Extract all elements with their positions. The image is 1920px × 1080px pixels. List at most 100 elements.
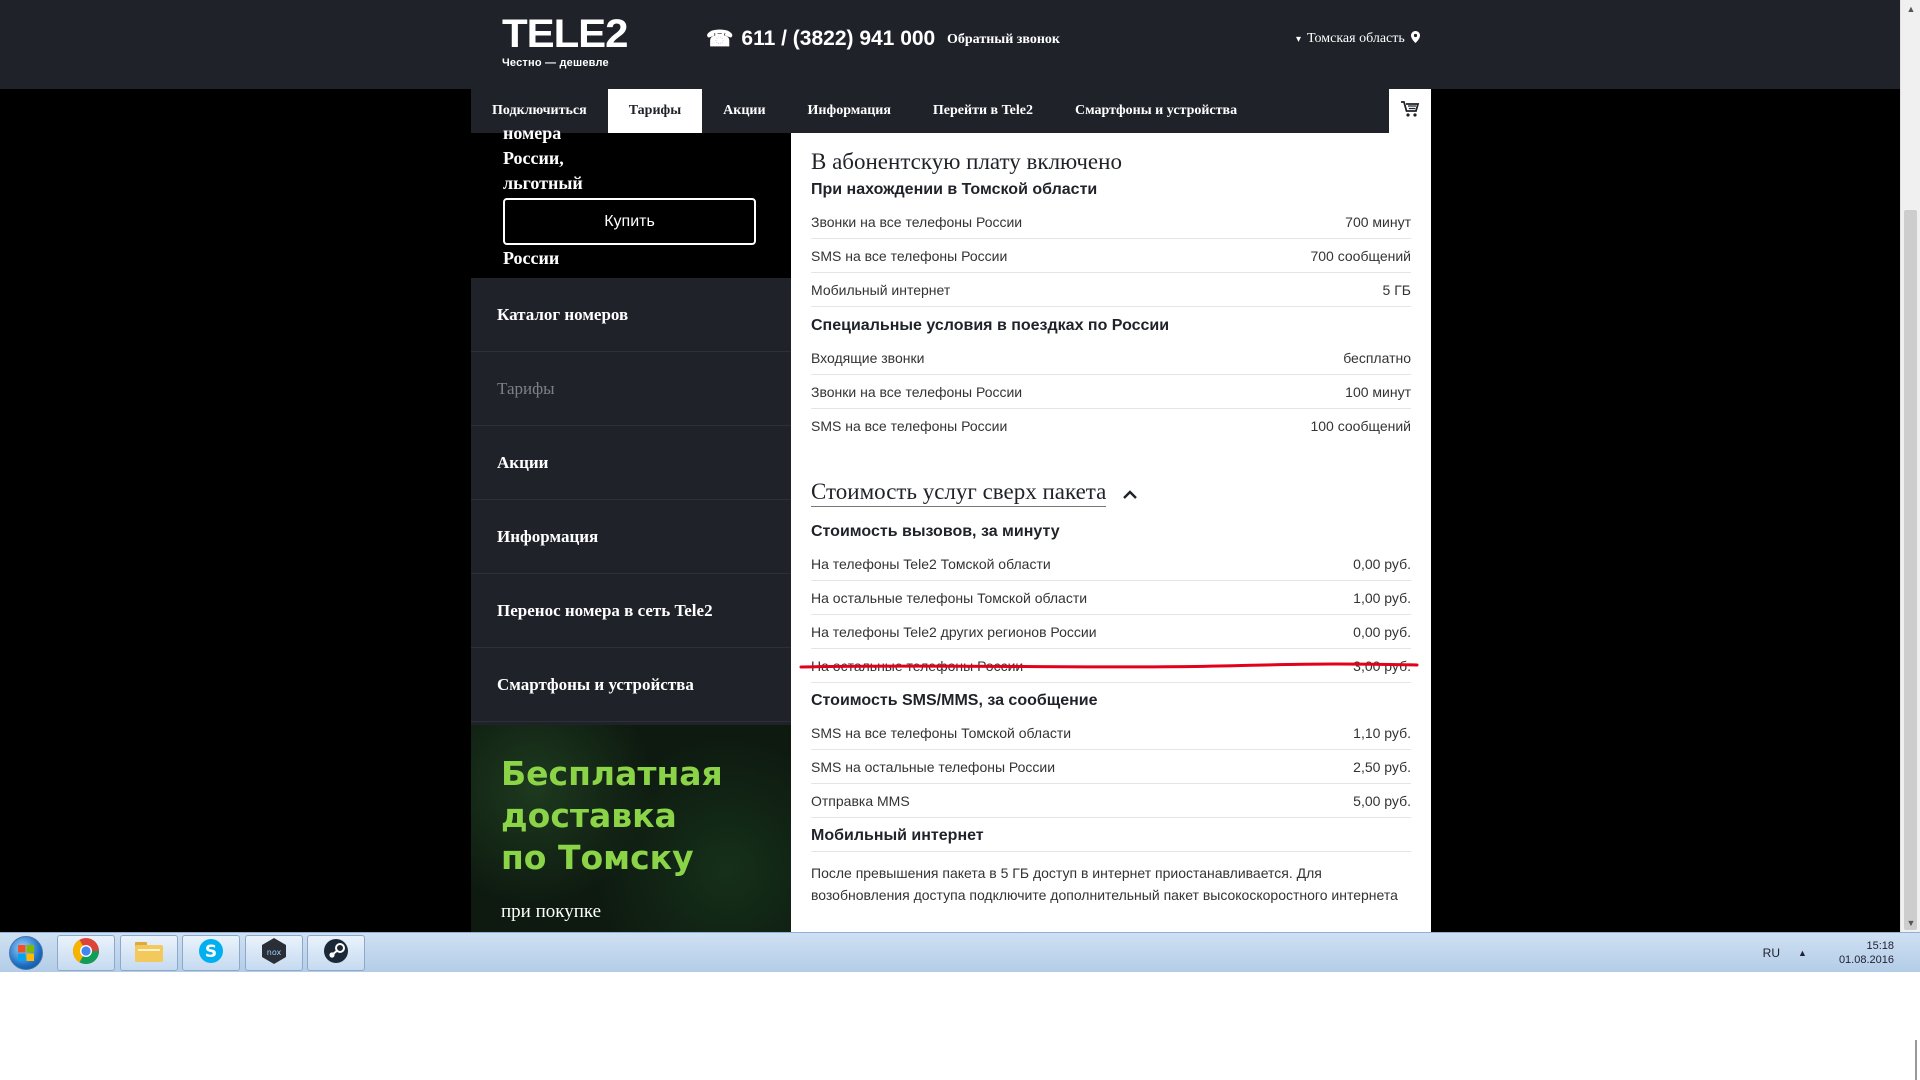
callback-link[interactable]: Обратный звонок [947,32,1060,48]
row-label: Входящие звонки [811,350,925,366]
table-row: SMS на все телефоны Томской области 1,10 … [811,716,1411,750]
divider [1915,1040,1917,1080]
red-underline-annotation [799,662,1419,669]
delivery-title-line-2: доставка [501,796,677,835]
sidebar-item-information[interactable]: Информация [471,500,791,574]
table-row: На остальные телефоны Томской области 1,0… [811,581,1411,615]
chrome-icon [71,936,101,971]
travel-list: Входящие звонки бесплатно Звонки на все т… [811,341,1411,443]
internet-subtitle: Мобильный интернет [811,827,984,844]
system-clock[interactable]: 15:18 01.08.2016 [1839,939,1894,967]
row-label: На остальные телефоны Томской области [811,590,1088,606]
nav-item-tariffs[interactable]: Тарифы [607,89,703,133]
delivery-banner[interactable]: Бесплатная доставка по Томску при покупк… [471,725,791,932]
steam-icon [322,937,350,970]
file-explorer-icon [133,938,165,969]
row-value: 0,00 руб. [1353,624,1411,640]
region-subtitle: При нахождении в Томской области [811,181,1098,198]
row-value: 2,50 руб. [1353,759,1411,775]
taskbar-steam-button[interactable] [307,935,365,971]
included-title: В абонентскую плату включено [811,149,1122,174]
svg-text:nox: nox [267,948,282,957]
tele2-logo[interactable]: TELE2 Честно — дешевле [502,14,629,69]
start-button[interactable] [6,935,46,971]
empty-area [0,972,1920,1080]
table-row: Входящие звонки бесплатно [811,341,1411,375]
chevron-down-icon: ▾ [1296,33,1302,45]
calls-subtitle: Стоимость вызовов, за минуту [811,523,1060,540]
nox-icon: nox [260,937,288,970]
phone-number[interactable]: ☎ 611 / (3822) 941 000 [706,26,935,52]
internet-note-box: После превышения пакета в 5 ГБ доступ в … [811,851,1411,906]
site-header: TELE2 Честно — дешевле ☎ 611 / (3822) 94… [0,0,1900,89]
extra-title[interactable]: Стоимость услуг сверх пакета [811,479,1107,507]
row-value: 700 минут [1345,214,1411,230]
chevron-up-icon[interactable] [1122,487,1137,503]
row-label: Звонки на все телефоны России [811,214,1023,230]
cart-button[interactable] [1389,89,1431,133]
windows-logo-icon [9,936,43,970]
clock-time: 15:18 [1866,940,1894,952]
sidebar-item-number-transfer[interactable]: Перенос номера в сеть Tele2 [471,574,791,648]
svg-text:S: S [205,942,217,962]
taskbar-skype-button[interactable]: S [182,935,240,971]
sidebar-menu: Каталог номеров Тарифы Акции Информация … [471,278,791,722]
nav-item-promotions[interactable]: Акции [702,89,786,133]
sidebar-item-number-catalog[interactable]: Каталог номеров [471,278,791,352]
main-nav: Подключиться Тарифы Акции Информация Пер… [471,89,1431,133]
row-label: SMS на все телефоны России [811,248,1008,264]
scroll-thumb[interactable] [1904,210,1917,930]
page-scrollbar[interactable]: ▲ ▼ [1900,0,1920,932]
scroll-down-icon[interactable]: ▼ [1901,914,1920,932]
phone-icon: ☎ [706,26,734,51]
logo-wordmark: TELE2 [502,12,629,56]
skype-icon: S [197,937,225,970]
scroll-up-icon[interactable]: ▲ [1901,0,1920,18]
table-row: SMS на все телефоны России 100 сообщений [811,409,1411,443]
row-value: 100 минут [1345,384,1411,400]
table-row: Звонки на все телефоны России 700 минут [811,205,1411,239]
region-selector[interactable]: ▾ Томская область [1296,31,1420,47]
sms-subtitle: Стоимость SMS/MMS, за сообщение [811,692,1098,709]
row-label: На телефоны Tele2 других регионов России [811,624,1097,640]
delivery-subtitle: при покупке [501,901,602,922]
table-row: На телефоны Tele2 Томской области 0,00 ру… [811,547,1411,581]
row-label: Отправка MMS [811,793,910,809]
internet-note: После превышения пакета в 5 ГБ доступ в … [811,865,1398,903]
promo-line-1: номера России, льготный [503,123,583,193]
row-value: 1,00 руб. [1353,590,1411,606]
language-indicator[interactable]: RU [1763,946,1780,960]
cart-icon [1400,100,1420,123]
row-value: 1,10 руб. [1353,725,1411,741]
table-row: На телефоны Tele2 других регионов России… [811,615,1411,649]
table-row: Отправка MMS 5,00 руб. [811,784,1411,818]
extra-section-header[interactable]: Стоимость услуг сверх пакета [811,479,1411,507]
sidebar-item-promotions[interactable]: Акции [471,426,791,500]
nav-item-switch-to-tele2[interactable]: Перейти в Tele2 [912,89,1054,133]
show-hidden-icons-icon[interactable]: ▲ [1798,948,1807,958]
delivery-title-line-1: Бесплатная [501,754,723,793]
table-row: SMS на остальные телефоны России 2,50 руб… [811,750,1411,784]
table-row: SMS на все телефоны России 700 сообщений [811,239,1411,273]
row-value: бесплатно [1343,350,1411,366]
taskbar-chrome-button[interactable] [57,935,115,971]
clock-date: 01.08.2016 [1838,954,1894,966]
nav-item-smartphones[interactable]: Смартфоны и устройства [1054,89,1258,133]
logo-tagline: Честно — дешевле [502,57,609,69]
nav-item-information[interactable]: Информация [787,89,912,133]
tariff-details-inner: В абонентскую плату включено При нахожде… [811,133,1411,906]
row-label: SMS на все телефоны Томской области [811,725,1072,741]
row-value: 0,00 руб. [1353,556,1411,572]
sidebar-item-smartphones[interactable]: Смартфоны и устройства [471,648,791,722]
buy-button[interactable]: Купить [503,198,756,245]
location-pin-icon [1410,31,1420,47]
table-row: Звонки на все телефоны России 100 минут [811,375,1411,409]
region-label: Томская область [1307,31,1405,46]
taskbar-nox-button[interactable]: nox [245,935,303,971]
row-value: 100 сообщений [1310,418,1411,434]
taskbar-explorer-button[interactable] [120,935,178,971]
browser-viewport: TELE2 Честно — дешевле ☎ 611 / (3822) 94… [0,0,1920,932]
sidebar-item-tariffs[interactable]: Тарифы [471,352,791,426]
phone-text: 611 / (3822) 941 000 [741,27,936,50]
delivery-title: Бесплатная доставка по Томску [501,753,723,879]
